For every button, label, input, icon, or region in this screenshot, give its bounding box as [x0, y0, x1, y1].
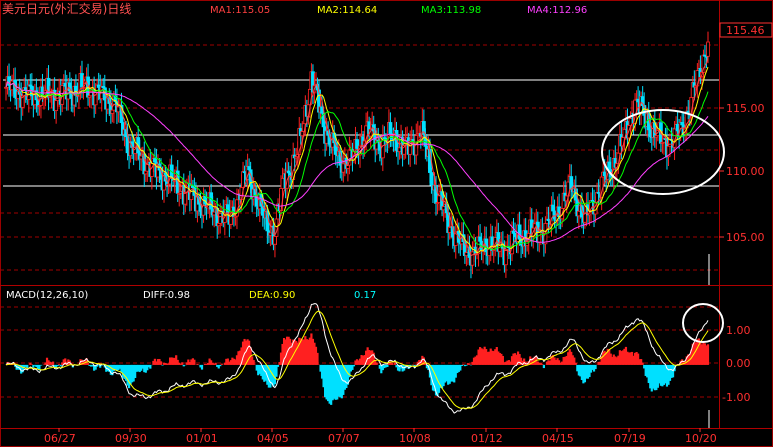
- date-label: 10/20: [685, 432, 717, 445]
- date-label: 07/07: [328, 432, 360, 445]
- ma3-label: MA3:113.98: [421, 5, 481, 16]
- chart-title: 美元日元(外汇交易)日线: [2, 1, 131, 16]
- macd-title: MACD(12,26,10): [6, 290, 88, 301]
- forex-daily-chart[interactable]: 美元日元(外汇交易)日线 MA1:115.05 MA2:114.64 MA3:1…: [0, 0, 773, 447]
- price-tick-115: 115.00: [726, 102, 765, 115]
- date-label: 04/15: [542, 432, 574, 445]
- macd-value: 0.17: [354, 290, 376, 301]
- macd-tick-0: 0.00: [726, 357, 751, 370]
- ma1-label: MA1:115.05: [210, 5, 270, 16]
- candle-body: [706, 41, 710, 57]
- current-price-label: 115.46: [726, 24, 765, 37]
- price-tick-110: 110.00: [726, 165, 765, 178]
- ma2-label: MA2:114.64: [317, 5, 377, 16]
- date-label: 06/27: [44, 432, 76, 445]
- ma4-label: MA4:112.96: [527, 5, 587, 16]
- date-label: 07/19: [614, 432, 646, 445]
- macd-dea: DEA:0.90: [249, 290, 295, 301]
- date-label: 01/12: [471, 432, 503, 445]
- date-label: 10/08: [399, 432, 431, 445]
- date-label: 04/05: [257, 432, 289, 445]
- macd-tick-neg1: -1.00: [722, 391, 750, 404]
- date-label: 09/30: [115, 432, 147, 445]
- price-tick-105: 105.00: [726, 231, 765, 244]
- macd-diff: DIFF:0.98: [143, 290, 190, 301]
- date-label: 01/01: [186, 432, 218, 445]
- macd-tick-1: 1.00: [726, 324, 751, 337]
